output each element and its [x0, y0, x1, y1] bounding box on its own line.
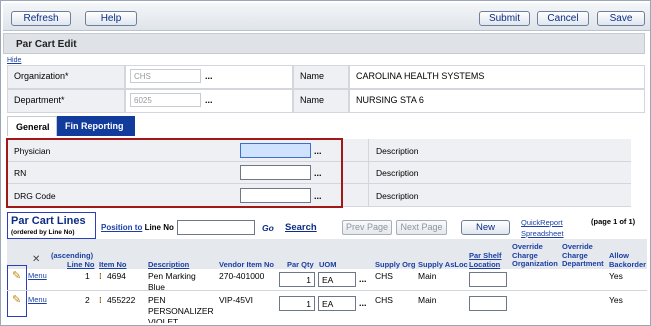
- app-window: Refresh Help Submit Cancel Save Par Cart…: [0, 0, 651, 326]
- row-allow-backorder: Yes: [609, 271, 623, 281]
- par-cart-lines-subtitle: (ordered by Line No): [11, 229, 75, 236]
- column-divider: [368, 139, 369, 207]
- row-supply-asloc: Main: [418, 295, 437, 305]
- quickreport-link[interactable]: QuickReport: [521, 218, 563, 227]
- col-override-charge-org: Override Charge Organization: [512, 242, 558, 268]
- organization-lookup-icon[interactable]: ...: [205, 71, 213, 81]
- department-lookup-icon[interactable]: ...: [205, 95, 213, 105]
- position-line-no-label: Line No: [144, 223, 174, 232]
- row-item-no: 455222: [107, 295, 136, 305]
- row-supply-asloc: Main: [418, 271, 437, 281]
- par-shelf-location-input[interactable]: [469, 296, 507, 311]
- physician-description-label: Description: [376, 146, 419, 156]
- row-vendor-item-no: 270-401000: [219, 271, 265, 281]
- organization-label: Organization*: [7, 65, 125, 89]
- uom-input[interactable]: EA: [318, 296, 356, 311]
- org-name-label: Name: [293, 65, 349, 89]
- go-button[interactable]: Go: [262, 223, 274, 233]
- top-toolbar: Refresh Help Submit Cancel Save: [3, 3, 650, 31]
- col-par-shelf-location[interactable]: Par Shelf Location: [469, 251, 509, 269]
- rn-description-label: Description: [376, 168, 419, 178]
- par-qty-input[interactable]: 1: [279, 272, 315, 287]
- row-description: PEN PERSONALIZER-VIOLET: [148, 295, 214, 323]
- page-title: Par Cart Edit: [3, 33, 645, 54]
- row-item-no: 4694: [107, 271, 126, 281]
- drg-description-label: Description: [376, 191, 419, 201]
- spreadsheet-link[interactable]: Spreadsheet: [521, 229, 564, 238]
- dept-name-label: Name: [293, 89, 349, 113]
- row-menu-link[interactable]: Menu: [28, 295, 47, 304]
- tab-general[interactable]: General: [7, 116, 57, 136]
- hide-link[interactable]: Hide: [7, 57, 21, 64]
- close-icon: ✕: [32, 254, 41, 265]
- next-page-button[interactable]: Next Page: [396, 220, 447, 235]
- col-allow-backorder: Allow Backorder: [609, 251, 647, 269]
- row-menu-link[interactable]: Menu: [28, 271, 47, 280]
- row-description: Pen Marking Blue: [148, 271, 196, 292]
- position-to-link[interactable]: Position to: [101, 223, 142, 232]
- dept-name-value: NURSING STA 6: [349, 89, 645, 113]
- save-button[interactable]: Save: [597, 11, 645, 26]
- col-override-charge-dept: Override Charge Department: [562, 242, 604, 268]
- row-line-no: 2: [85, 295, 90, 305]
- search-link[interactable]: Search: [285, 222, 317, 233]
- par-cart-lines-title: Par Cart Lines: [11, 215, 86, 227]
- row-supply-org: CHS: [375, 295, 393, 305]
- highlight-box-red: [6, 138, 343, 208]
- item-info-icon[interactable]: ⁞: [99, 271, 102, 281]
- department-field[interactable]: 6025: [130, 93, 201, 107]
- uom-lookup-icon[interactable]: ...: [359, 274, 367, 284]
- page-info: (page 1 of 1): [591, 217, 636, 226]
- new-button[interactable]: New: [461, 220, 510, 235]
- org-name-value: CAROLINA HEALTH SYSTEMS: [349, 65, 645, 89]
- edit-pencil-icon[interactable]: ✎: [12, 293, 21, 306]
- tab-fin-reporting[interactable]: Fin Reporting: [57, 116, 135, 136]
- row-allow-backorder: Yes: [609, 295, 623, 305]
- help-button[interactable]: Help: [85, 11, 137, 26]
- submit-button[interactable]: Submit: [479, 11, 530, 26]
- position-to-input[interactable]: [177, 220, 255, 235]
- par-qty-input[interactable]: 1: [279, 296, 315, 311]
- position-to-group: Position to Line No: [101, 223, 174, 232]
- row-vendor-item-no: VIP-45VI: [219, 295, 254, 305]
- row-supply-org: CHS: [375, 271, 393, 281]
- organization-field[interactable]: CHS: [130, 69, 201, 83]
- row-line-no: 1: [85, 271, 90, 281]
- prev-page-button[interactable]: Prev Page: [342, 220, 392, 235]
- refresh-button[interactable]: Refresh: [11, 11, 71, 26]
- par-shelf-location-input[interactable]: [469, 272, 507, 287]
- item-info-icon[interactable]: ⁞: [99, 295, 102, 305]
- uom-lookup-icon[interactable]: ...: [359, 298, 367, 308]
- edit-pencil-icon[interactable]: ✎: [12, 269, 21, 282]
- cancel-button[interactable]: Cancel: [537, 11, 589, 26]
- department-label: Department*: [7, 89, 125, 113]
- uom-input[interactable]: EA: [318, 272, 356, 287]
